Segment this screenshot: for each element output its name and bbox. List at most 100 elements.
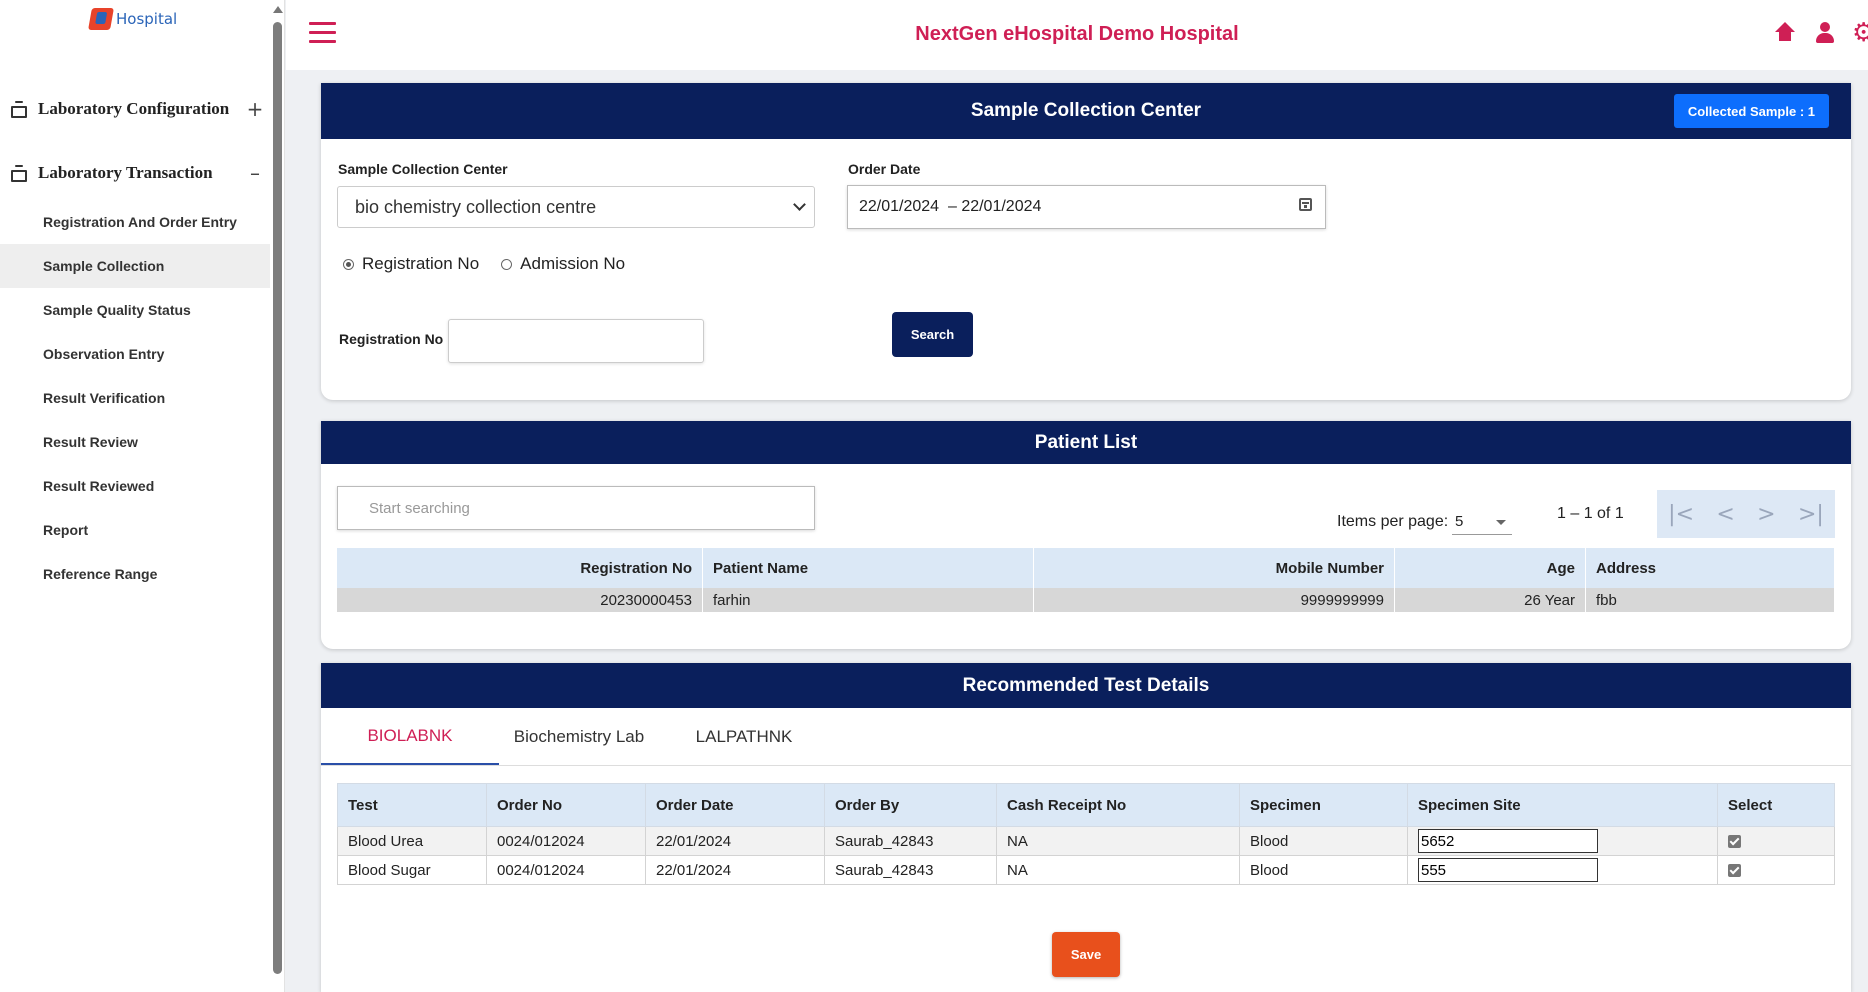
sidebar-item-registration-and-order-entry[interactable]: Registration And Order Entry: [0, 200, 270, 244]
calendar-icon[interactable]: [1299, 198, 1312, 211]
section-label: Laboratory Configuration: [38, 99, 230, 118]
sample-collection-panel: Sample Collection Center Collected Sampl…: [321, 83, 1851, 400]
cell-order-by: Saurab_42843: [824, 826, 997, 856]
hospital-logo-icon: [88, 8, 114, 30]
collapse-icon[interactable]: –: [245, 161, 265, 185]
cell-order-date: 22/01/2024: [645, 826, 825, 856]
column-header: Mobile Number: [1033, 548, 1395, 588]
panel-title: Patient List: [1034, 431, 1138, 453]
chevron-down-icon: [793, 198, 806, 211]
specimen-site-input[interactable]: [1418, 858, 1598, 882]
column-header: Order By: [824, 783, 997, 827]
cell-patient-name: farhin: [702, 588, 1034, 612]
tab-biochemistry-lab[interactable]: Biochemistry Lab: [499, 708, 659, 765]
scroll-thumb[interactable]: [273, 22, 282, 974]
tab-lalpathnk[interactable]: LALPATHNK: [659, 708, 829, 765]
sidebar-item-result-reviewed[interactable]: Result Reviewed: [0, 464, 270, 508]
column-header: Registration No: [337, 548, 703, 588]
items-per-page-value: 5: [1455, 513, 1464, 530]
date-range-value: 22/01/2024 – 22/01/2024: [859, 198, 1042, 215]
table-header-row: Test Order No Order Date Order By Cash R…: [337, 783, 1835, 827]
items-per-page-select[interactable]: 5: [1452, 509, 1512, 535]
column-header: Order No: [486, 783, 646, 827]
lab-tabs: BIOLABNK Biochemistry Lab LALPATHNK: [321, 708, 1851, 766]
column-header: Cash Receipt No: [996, 783, 1240, 827]
order-date-range-input[interactable]: 22/01/2024 – 22/01/2024: [847, 185, 1326, 229]
logo: Hospital: [88, 8, 177, 30]
last-page-icon[interactable]: >|: [1798, 502, 1824, 527]
sidebar-item-observation-entry[interactable]: Observation Entry: [0, 332, 270, 376]
patient-search-input[interactable]: Start searching: [337, 486, 815, 530]
cell-cash-receipt: NA: [996, 826, 1240, 856]
panel-title: Recommended Test Details: [962, 674, 1210, 696]
search-button[interactable]: Search: [892, 312, 973, 357]
sidebar-item-report[interactable]: Report: [0, 508, 270, 552]
table-row[interactable]: 20230000453 farhin 9999999999 26 Year fb…: [337, 588, 1835, 612]
cell-select: [1717, 855, 1835, 885]
section-icon: [10, 100, 28, 118]
column-header: Test: [337, 783, 487, 827]
registration-no-radio[interactable]: [343, 258, 354, 270]
next-page-icon[interactable]: >: [1757, 502, 1775, 527]
collected-sample-button[interactable]: Collected Sample : 1: [1673, 94, 1829, 128]
sidebar-item-sample-quality-status[interactable]: Sample Quality Status: [0, 288, 270, 332]
column-header: Age: [1394, 548, 1586, 588]
app-title: NextGen eHospital Demo Hospital: [915, 23, 1239, 45]
sidebar-section-laboratory-configuration[interactable]: Laboratory Configuration +: [10, 94, 265, 124]
previous-page-icon[interactable]: <: [1716, 502, 1734, 527]
cell-order-no: 0024/012024: [486, 826, 646, 856]
cell-test: Blood Sugar: [337, 855, 487, 885]
scroll-up-arrow-icon[interactable]: [273, 6, 283, 13]
cell-specimen: Blood: [1239, 855, 1408, 885]
gear-icon[interactable]: [1852, 20, 1868, 46]
sidebar-item-sample-collection[interactable]: Sample Collection: [0, 244, 270, 288]
reg-no-label: Registration No: [339, 331, 444, 347]
test-table: Test Order No Order Date Order By Cash R…: [337, 783, 1835, 885]
order-date-label: Order Date: [848, 161, 921, 177]
column-header: Patient Name: [702, 548, 1034, 588]
pagination-range: 1 – 1 of 1: [1557, 505, 1624, 522]
user-icon[interactable]: [1812, 20, 1838, 46]
specimen-site-input[interactable]: [1418, 829, 1598, 853]
top-icons: [1772, 20, 1868, 46]
cell-registration-no: 20230000453: [337, 588, 703, 612]
sidebar-item-result-verification[interactable]: Result Verification: [0, 376, 270, 420]
sidebar-item-result-review[interactable]: Result Review: [0, 420, 270, 464]
cell-order-date: 22/01/2024: [645, 855, 825, 885]
cell-order-no: 0024/012024: [486, 855, 646, 885]
tab-biolabnk[interactable]: BIOLABNK: [321, 708, 499, 765]
first-page-icon[interactable]: |<: [1668, 502, 1694, 527]
registration-no-input[interactable]: [448, 319, 704, 363]
table-header-row: Registration No Patient Name Mobile Numb…: [337, 548, 1835, 588]
sidebar: Hospital Laboratory Configuration + Labo…: [0, 0, 285, 992]
cell-specimen-site: [1407, 855, 1718, 885]
column-header: Specimen Site: [1407, 783, 1718, 827]
save-button[interactable]: Save: [1052, 932, 1120, 977]
cell-address: fbb: [1585, 588, 1835, 612]
section-icon: [10, 164, 28, 182]
cell-test: Blood Urea: [337, 826, 487, 856]
sidebar-nav: Registration And Order Entry Sample Coll…: [0, 200, 270, 596]
patient-list-panel: Patient List Start searching Items per p…: [321, 421, 1851, 649]
radio-label: Admission No: [520, 254, 626, 273]
sidebar-item-reference-range[interactable]: Reference Range: [0, 552, 270, 596]
sidebar-section-laboratory-transaction[interactable]: Laboratory Transaction –: [10, 158, 265, 188]
dropdown-arrow-icon: [1496, 520, 1506, 525]
cell-mobile-number: 9999999999: [1033, 588, 1395, 612]
section-label: Laboratory Transaction: [38, 163, 213, 182]
panel-header: Patient List: [321, 421, 1851, 464]
search-type-radio-group: Registration No Admission No: [343, 254, 625, 274]
cell-order-by: Saurab_42843: [824, 855, 997, 885]
cell-select: [1717, 826, 1835, 856]
expand-icon[interactable]: +: [245, 97, 265, 121]
collection-center-select[interactable]: bio chemistry collection centre: [337, 186, 815, 228]
cell-age: 26 Year: [1394, 588, 1586, 612]
home-icon[interactable]: [1772, 20, 1798, 46]
patient-table: Registration No Patient Name Mobile Numb…: [337, 548, 1835, 612]
select-checkbox[interactable]: [1728, 835, 1741, 849]
sidebar-scrollbar[interactable]: [270, 0, 286, 992]
panel-header: Recommended Test Details: [321, 663, 1851, 708]
admission-no-radio[interactable]: [501, 258, 513, 270]
select-value: bio chemistry collection centre: [355, 196, 597, 217]
select-checkbox[interactable]: [1728, 864, 1741, 878]
